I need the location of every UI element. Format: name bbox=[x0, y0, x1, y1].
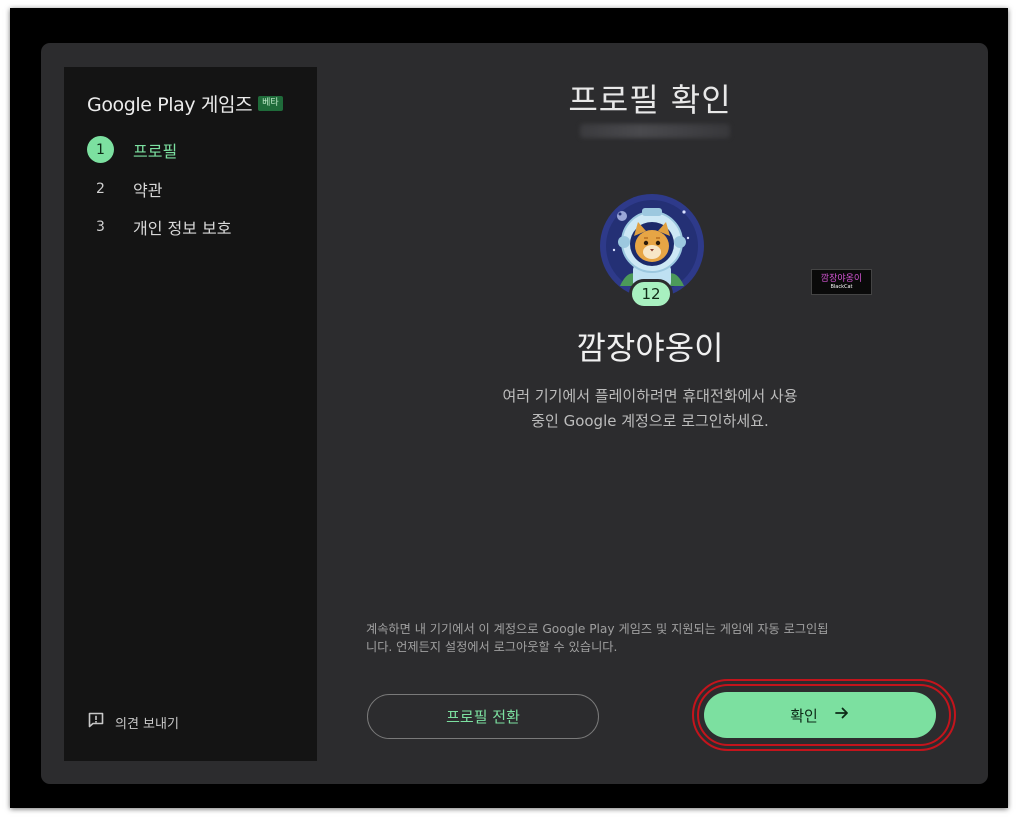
step-privacy: 3 개인 정보 보호 bbox=[87, 213, 232, 240]
terms-line: 계속하면 내 기기에서 이 계정으로 Google Play 게임즈 및 지원되… bbox=[366, 622, 829, 636]
beta-badge: 베타 bbox=[258, 96, 283, 111]
terms-line: 니다. 언제든지 설정에서 로그아웃할 수 있습니다. bbox=[366, 640, 618, 654]
page-title: 프로필 확인 bbox=[568, 81, 732, 119]
feedback-icon bbox=[87, 711, 105, 733]
step-number: 3 bbox=[96, 218, 105, 235]
step-profile: 1 프로필 bbox=[87, 136, 177, 163]
description-line: 중인 Google 계정으로 로그인하세요. bbox=[531, 412, 769, 430]
watermark-subtitle: BlackCat bbox=[830, 284, 853, 290]
switch-profile-button[interactable]: 프로필 전환 bbox=[367, 694, 599, 739]
sidebar bbox=[64, 67, 317, 761]
step-label: 약관 bbox=[133, 180, 163, 200]
step-terms: 2 약관 bbox=[87, 175, 162, 202]
confirm-button[interactable]: 확인 bbox=[704, 692, 936, 738]
description: 여러 기기에서 플레이하려면 휴대전화에서 사용 중인 Google 계정으로 … bbox=[440, 384, 860, 434]
player-name: 깜장야옹이 bbox=[576, 329, 724, 367]
feedback-link[interactable]: 의견 보내기 bbox=[87, 711, 179, 733]
step-label: 프로필 bbox=[133, 141, 178, 161]
brand-name: Google Play 게임즈 bbox=[87, 94, 253, 116]
confirm-label: 확인 bbox=[790, 706, 818, 725]
feedback-label: 의견 보내기 bbox=[115, 716, 179, 732]
arrow-right-icon bbox=[834, 705, 850, 725]
level-badge: 12 bbox=[629, 279, 673, 309]
terms-notice: 계속하면 내 기기에서 이 계정으로 Google Play 게임즈 및 지원되… bbox=[366, 620, 946, 656]
watermark-title: 깜장야옹이 bbox=[820, 274, 863, 284]
description-line: 여러 기기에서 플레이하려면 휴대전화에서 사용 bbox=[502, 387, 798, 405]
watermark-stamp: 깜장야옹이 BlackCat bbox=[811, 269, 872, 295]
step-label: 개인 정보 보호 bbox=[133, 218, 232, 238]
step-number: 2 bbox=[96, 180, 105, 197]
blurred-account-email bbox=[580, 124, 730, 138]
brand-logo: Google Play 게임즈 베타 bbox=[87, 90, 283, 117]
step-number: 1 bbox=[87, 136, 114, 163]
